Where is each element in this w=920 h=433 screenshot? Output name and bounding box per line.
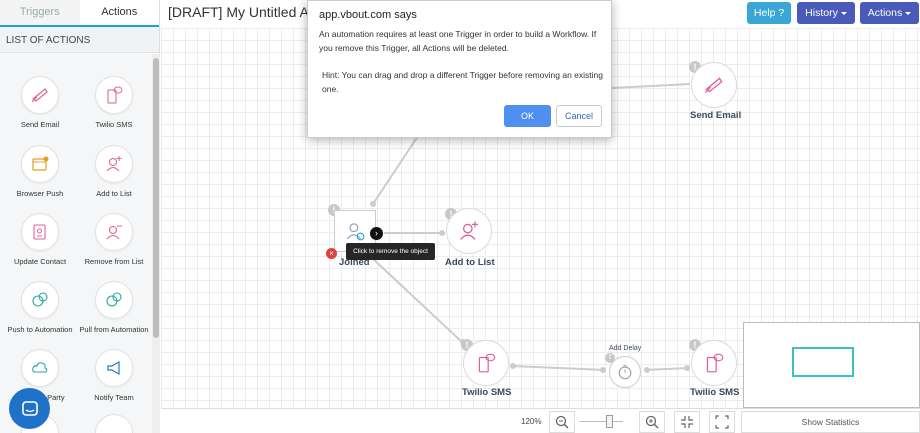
canvas-toolbar: 120% Show Statistics [161,408,920,433]
sms-icon [706,353,724,373]
dialog-body: An automation requires at least one Trig… [319,28,604,96]
user-join-icon [346,223,365,241]
show-statistics-button[interactable]: Show Statistics [741,411,920,433]
ok-button[interactable]: OK [504,105,551,127]
tooltip: Click to remove the object [346,243,435,260]
node-twilio-sms[interactable] [691,340,737,386]
node-send-email[interactable] [691,62,737,108]
collapse-icon [681,416,693,428]
chevron-right-icon[interactable]: › [370,227,383,240]
minimap-viewport[interactable] [792,347,854,377]
node-label-add-to-list: Add to List [445,257,495,268]
add-user-icon [460,221,478,240]
zoom-slider-handle[interactable] [606,415,613,428]
zoom-out-button[interactable] [549,411,575,433]
remove-icon[interactable]: × [326,248,337,259]
dialog-hint: Hint: You can drag and drop a different … [322,70,603,94]
zoom-out-icon [555,415,569,429]
chat-launcher[interactable] [9,388,50,429]
expand-icon [715,415,729,429]
zoom-slider-track[interactable] [579,421,623,422]
node-twilio-sms[interactable] [463,340,509,386]
dialog-message: An automation requires at least one Trig… [319,29,597,53]
zoom-in-button[interactable] [639,411,665,433]
zoom-in-icon [645,415,659,429]
fit-screen-button[interactable] [709,411,735,433]
node-label-twilio-sms: Twilio SMS [690,387,740,398]
collapse-button[interactable] [674,411,700,433]
sms-icon [478,353,496,373]
node-label-add-delay: Add Delay [609,345,642,352]
node-add-to-list[interactable] [446,208,492,254]
automation-builder: Triggers Actions LIST OF ACTIONS Send Em… [0,0,920,433]
zoom-level: 120% [521,417,542,426]
cancel-button[interactable]: Cancel [556,105,602,127]
node-label-twilio-sms: Twilio SMS [462,387,512,398]
dialog-title: app.vbout.com says [319,9,417,21]
chat-icon [21,400,38,416]
timer-icon [618,365,632,380]
minimap[interactable] [743,322,920,408]
node-label-send-email: Send Email [690,110,742,121]
node-add-delay[interactable] [609,356,641,388]
send-email-icon [704,77,723,94]
alert-dialog: app.vbout.com says An automation require… [307,0,612,138]
